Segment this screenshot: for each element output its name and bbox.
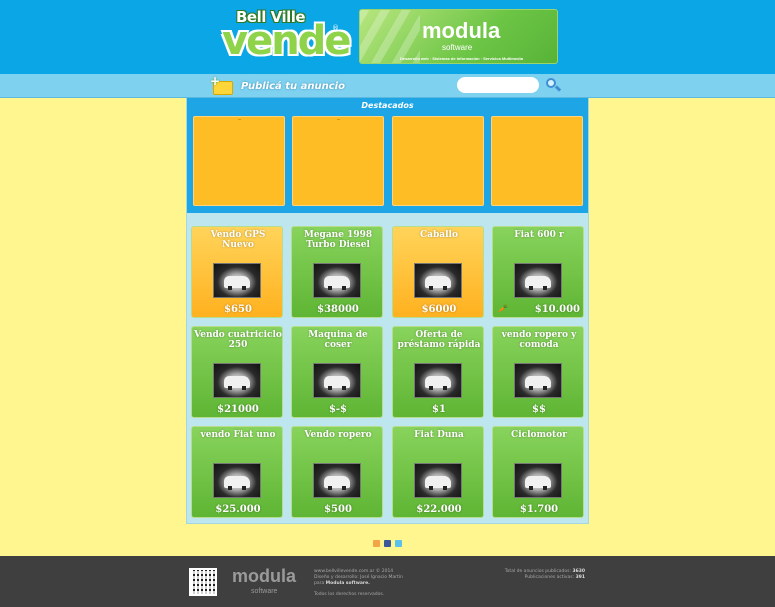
listing-title[interactable]: Megane 1998 Turbo Diesel (294, 230, 382, 250)
active-value: 391 (575, 575, 585, 580)
banner-title: modula (422, 18, 501, 43)
listing-title[interactable]: Oferta de préstamo rápida (395, 330, 483, 350)
listing-thumbnail[interactable] (514, 363, 562, 398)
listing-title[interactable]: Vendo cuatriciclo 250 (194, 330, 282, 350)
logo-main-text: vende (222, 18, 351, 64)
listing-title[interactable]: Maquina de coser (294, 330, 382, 350)
listing-price: $650 (224, 304, 252, 315)
listing-card[interactable]: vendo Fiat uno $25.000 (191, 426, 283, 518)
listing-price: $21000 (217, 404, 259, 415)
listing-card[interactable]: Vendo GPS Nuevo $650 (191, 226, 283, 318)
listing-title[interactable]: Fiat Duna (395, 430, 483, 441)
listing-thumbnail[interactable] (414, 263, 462, 298)
listing-thumbnail[interactable] (514, 263, 562, 298)
listing-card[interactable]: Fiat Duna $22.000 (392, 426, 484, 518)
featured-slot[interactable] (392, 116, 484, 206)
footer-company-link[interactable]: Modula software. (326, 581, 370, 586)
listing-price: $22.000 (416, 504, 462, 515)
listing-card[interactable]: Ciclomotor $1.700 (492, 426, 584, 518)
listing-title[interactable]: Vendo GPS Nuevo (194, 230, 282, 250)
total-label: Total de anuncios publicados: (504, 569, 572, 574)
banner-subtitle: software (442, 43, 473, 52)
listing-price: $$ (532, 404, 546, 415)
footer-stats: Total de anuncios publicados: 3630 Publi… (495, 569, 585, 581)
listing-card[interactable]: vendo ropero y comoda $$ (492, 326, 584, 418)
add-folder-icon[interactable]: + (210, 74, 234, 96)
listing-price: $10.000 (534, 304, 580, 315)
listing-thumbnail[interactable] (514, 463, 562, 498)
featured-slot[interactable] (491, 116, 583, 206)
listing-price: $500 (324, 504, 352, 515)
listing-thumbnail[interactable] (213, 463, 261, 498)
listing-title[interactable]: vendo Fiat uno (194, 430, 282, 441)
listing-card[interactable]: Caballo $6000 (392, 226, 484, 318)
nav-bar (0, 74, 775, 98)
listing-card[interactable]: Vendo cuatriciclo 250 $21000 (191, 326, 283, 418)
listing-price: $-$ (328, 404, 348, 415)
listing-thumbnail[interactable] (414, 463, 462, 498)
footer-logo[interactable]: modula (232, 566, 296, 587)
twitter-icon[interactable] (395, 540, 402, 547)
listing-thumbnail[interactable] (313, 463, 361, 498)
listing-thumbnail[interactable] (313, 363, 361, 398)
footer-logo-sub: software (251, 588, 278, 595)
listing-price: $1 (432, 404, 446, 415)
listing-thumbnail[interactable] (313, 263, 361, 298)
featured-slot[interactable] (193, 116, 285, 206)
listing-price: $38000 (317, 304, 359, 315)
listing-title[interactable]: Caballo (395, 230, 483, 241)
footer-para: para (314, 581, 325, 586)
listing-card[interactable]: Megane 1998 Turbo Diesel $38000 (291, 226, 383, 318)
listing-card[interactable]: Oferta de préstamo rápida $1 (392, 326, 484, 418)
qr-code-icon (189, 568, 217, 596)
registered-mark: ® (332, 24, 339, 32)
publish-ad-link[interactable]: Publicá tu anuncio (241, 81, 345, 92)
banner-tagline: Desarrollo web · Sistemas de Información… (400, 56, 523, 61)
featured-title: Destacados (361, 101, 414, 110)
listing-card[interactable]: Maquina de coser $-$ (291, 326, 383, 418)
listing-thumbnail[interactable] (414, 363, 462, 398)
listing-title[interactable]: vendo ropero y comoda (495, 330, 583, 350)
listing-title[interactable]: Vendo ropero (294, 430, 382, 441)
footer-credits: www.bellvillevende.com.ar © 2014 Diseño … (314, 569, 424, 587)
listing-title[interactable]: Fiat 600 r (495, 230, 583, 241)
listing-card[interactable]: Fiat 600 r 🥕 $10.000 (492, 226, 584, 318)
listing-price: $1.700 (519, 504, 559, 515)
total-value: 3630 (572, 569, 585, 574)
listing-title[interactable]: Ciclomotor (495, 430, 583, 441)
listing-price: $6000 (421, 304, 457, 315)
listing-card[interactable]: Vendo ropero $500 (291, 426, 383, 518)
site-logo[interactable]: Bell Ville vende ® (222, 8, 351, 64)
footer-rights: Todos los derechos reservados. (314, 592, 385, 597)
featured-slot[interactable] (292, 116, 384, 206)
active-label: Publicaciones activas: (524, 575, 575, 580)
modula-banner[interactable]: modula software Desarrollo web · Sistema… (359, 9, 558, 64)
listing-thumbnail[interactable] (213, 263, 261, 298)
rss-icon[interactable] (373, 540, 380, 547)
search-icon[interactable] (544, 77, 562, 95)
listing-price: $25.000 (215, 504, 261, 515)
listing-thumbnail[interactable] (213, 363, 261, 398)
search-input[interactable] (457, 77, 539, 93)
facebook-icon[interactable] (384, 540, 391, 547)
